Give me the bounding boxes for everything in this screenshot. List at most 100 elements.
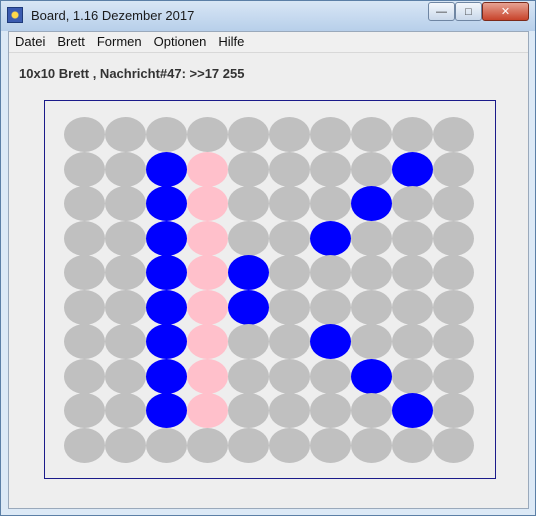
board-cell-r9-c9-empty[interactable] <box>433 427 474 463</box>
board-cell-r4-c6-empty[interactable] <box>310 255 351 290</box>
board-cell-r5-c7-empty[interactable] <box>351 289 392 325</box>
board-cell-r1-c5-empty[interactable] <box>269 151 310 187</box>
menu-brett[interactable]: Brett <box>51 32 90 52</box>
board-cell-r2-c5-empty[interactable] <box>269 186 310 221</box>
board-cell-r9-c2-empty[interactable] <box>146 427 187 463</box>
board-cell-r6-c5-empty[interactable] <box>269 324 310 359</box>
board-cell-r7-c2-blue[interactable] <box>146 358 187 394</box>
board-cell-r8-c4-empty[interactable] <box>228 393 269 428</box>
board-cell-r3-c9-empty[interactable] <box>433 220 474 256</box>
board-cell-r4-c8-empty[interactable] <box>392 255 433 290</box>
board-cell-r5-c2-blue[interactable] <box>146 289 187 325</box>
board-cell-r9-c4-empty[interactable] <box>228 427 269 463</box>
board-cell-r6-c2-blue[interactable] <box>146 324 187 359</box>
board-cell-r6-c0-empty[interactable] <box>64 324 105 359</box>
board-cell-r2-c4-empty[interactable] <box>228 186 269 221</box>
board-cell-r5-c5-empty[interactable] <box>269 289 310 325</box>
board-cell-r3-c7-empty[interactable] <box>351 220 392 256</box>
board-cell-r9-c7-empty[interactable] <box>351 427 392 463</box>
board-cell-r7-c0-empty[interactable] <box>64 358 105 394</box>
board-cell-r9-c0-empty[interactable] <box>64 427 105 463</box>
board-cell-r2-c0-empty[interactable] <box>64 186 105 221</box>
board-cell-r1-c2-blue[interactable] <box>146 151 187 187</box>
board-cell-r9-c6-empty[interactable] <box>310 427 351 463</box>
board-cell-r5-c3-pink[interactable] <box>187 289 228 325</box>
board-cell-r0-c9-empty[interactable] <box>433 117 474 152</box>
board-cell-r2-c3-pink[interactable] <box>187 186 228 221</box>
board-cell-r0-c2-empty[interactable] <box>146 117 187 152</box>
board-cell-r5-c4-blue[interactable] <box>228 289 269 325</box>
board-cell-r2-c8-empty[interactable] <box>392 186 433 221</box>
board-cell-r5-c1-empty[interactable] <box>105 289 146 325</box>
board-cell-r0-c6-empty[interactable] <box>310 117 351 152</box>
board-cell-r0-c1-empty[interactable] <box>105 117 146 152</box>
board-cell-r7-c8-empty[interactable] <box>392 358 433 394</box>
board-cell-r7-c9-empty[interactable] <box>433 358 474 394</box>
board-cell-r6-c4-empty[interactable] <box>228 324 269 359</box>
board-cell-r7-c4-empty[interactable] <box>228 358 269 394</box>
board-cell-r0-c3-empty[interactable] <box>187 117 228 152</box>
minimize-button[interactable]: — <box>428 2 455 21</box>
board-cell-r5-c9-empty[interactable] <box>433 289 474 325</box>
board-cell-r2-c9-empty[interactable] <box>433 186 474 221</box>
board-cell-r9-c5-empty[interactable] <box>269 427 310 463</box>
board-cell-r3-c2-blue[interactable] <box>146 220 187 256</box>
board-cell-r7-c6-empty[interactable] <box>310 358 351 394</box>
board-cell-r7-c5-empty[interactable] <box>269 358 310 394</box>
board-cell-r4-c4-blue[interactable] <box>228 255 269 290</box>
board-cell-r8-c0-empty[interactable] <box>64 393 105 428</box>
board-cell-r0-c7-empty[interactable] <box>351 117 392 152</box>
board-cell-r4-c9-empty[interactable] <box>433 255 474 290</box>
board-cell-r0-c4-empty[interactable] <box>228 117 269 152</box>
menu-formen[interactable]: Formen <box>91 32 148 52</box>
board-cell-r9-c8-empty[interactable] <box>392 427 433 463</box>
board-cell-r0-c0-empty[interactable] <box>64 117 105 152</box>
board-cell-r1-c0-empty[interactable] <box>64 151 105 187</box>
board-cell-r7-c3-pink[interactable] <box>187 358 228 394</box>
menu-optionen[interactable]: Optionen <box>148 32 213 52</box>
board-cell-r4-c0-empty[interactable] <box>64 255 105 290</box>
board-cell-r4-c7-empty[interactable] <box>351 255 392 290</box>
board-cell-r1-c8-blue[interactable] <box>392 151 433 187</box>
board-cell-r1-c6-empty[interactable] <box>310 151 351 187</box>
maximize-button[interactable]: □ <box>455 2 482 21</box>
board-cell-r3-c4-empty[interactable] <box>228 220 269 256</box>
board-cell-r1-c3-pink[interactable] <box>187 151 228 187</box>
board-cell-r6-c6-blue[interactable] <box>310 324 351 359</box>
board-cell-r3-c1-empty[interactable] <box>105 220 146 256</box>
board-cell-r4-c3-pink[interactable] <box>187 255 228 290</box>
menu-datei[interactable]: Datei <box>9 32 51 52</box>
menu-hilfe[interactable]: Hilfe <box>212 32 250 52</box>
board-cell-r3-c3-pink[interactable] <box>187 220 228 256</box>
board-cell-r1-c7-empty[interactable] <box>351 151 392 187</box>
board-cell-r3-c5-empty[interactable] <box>269 220 310 256</box>
board-cell-r8-c3-pink[interactable] <box>187 393 228 428</box>
board-cell-r6-c1-empty[interactable] <box>105 324 146 359</box>
board-cell-r4-c1-empty[interactable] <box>105 255 146 290</box>
board-cell-r1-c1-empty[interactable] <box>105 151 146 187</box>
board-cell-r4-c5-empty[interactable] <box>269 255 310 290</box>
board-cell-r3-c8-empty[interactable] <box>392 220 433 256</box>
board-cell-r2-c2-blue[interactable] <box>146 186 187 221</box>
board-cell-r5-c0-empty[interactable] <box>64 289 105 325</box>
board-cell-r8-c9-empty[interactable] <box>433 393 474 428</box>
board-cell-r5-c8-empty[interactable] <box>392 289 433 325</box>
board-cell-r8-c8-blue[interactable] <box>392 393 433 428</box>
board-cell-r2-c1-empty[interactable] <box>105 186 146 221</box>
board-cell-r8-c7-empty[interactable] <box>351 393 392 428</box>
board-cell-r0-c8-empty[interactable] <box>392 117 433 152</box>
close-button[interactable]: ✕ <box>482 2 529 21</box>
board-cell-r6-c3-pink[interactable] <box>187 324 228 359</box>
board-cell-r3-c6-blue[interactable] <box>310 220 351 256</box>
board-cell-r6-c9-empty[interactable] <box>433 324 474 359</box>
board-cell-r1-c9-empty[interactable] <box>433 151 474 187</box>
board-cell-r2-c7-blue[interactable] <box>351 186 392 221</box>
board-cell-r7-c7-blue[interactable] <box>351 358 392 394</box>
title-bar[interactable]: Board, 1.16 Dezember 2017 — □ ✕ <box>1 1 535 31</box>
board-cell-r5-c6-empty[interactable] <box>310 289 351 325</box>
board-cell-r0-c5-empty[interactable] <box>269 117 310 152</box>
board-cell-r8-c1-empty[interactable] <box>105 393 146 428</box>
board-cell-r8-c6-empty[interactable] <box>310 393 351 428</box>
board-cell-r2-c6-empty[interactable] <box>310 186 351 221</box>
board-cell-r1-c4-empty[interactable] <box>228 151 269 187</box>
